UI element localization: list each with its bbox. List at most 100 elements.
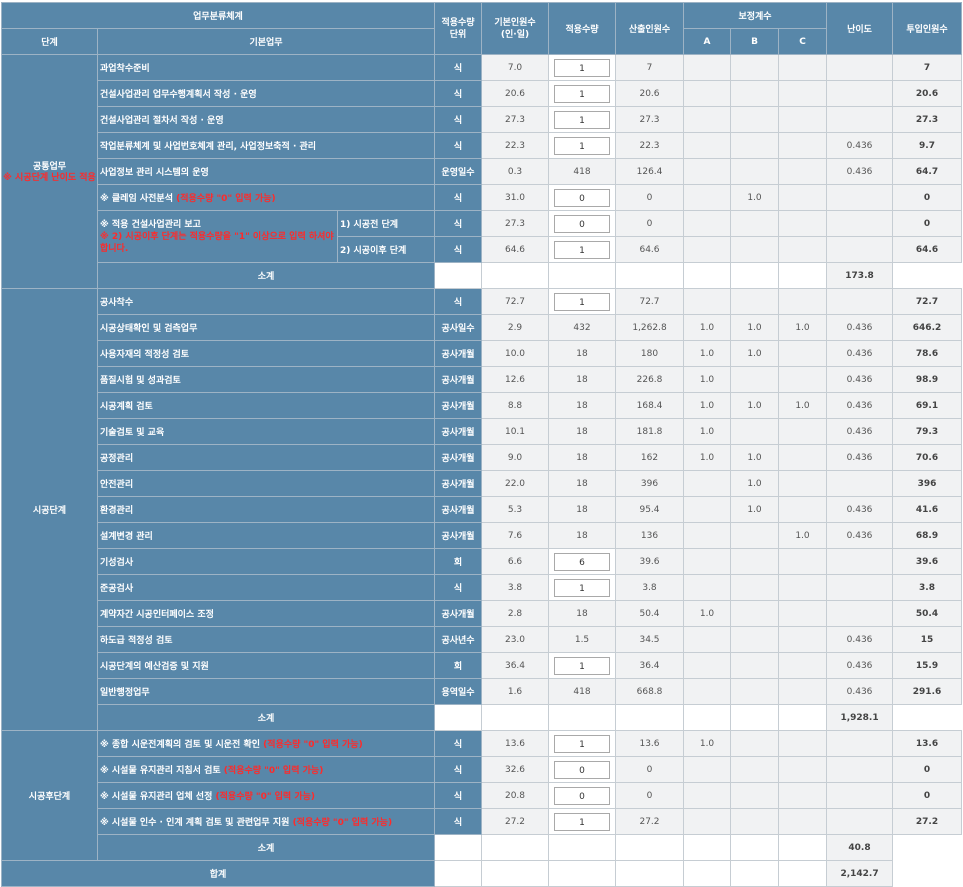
subtotal-empty-cell <box>778 704 828 731</box>
difficulty-cell <box>826 80 894 107</box>
calc-mandays-cell: 0 <box>615 756 685 783</box>
table-row: 하도급 적정성 검토 공사년수 23.0 1.5 34.5 0.436 15 <box>2 626 963 653</box>
base-mandays-cell: 20.6 <box>481 80 550 107</box>
table-row: 공통업무 ※ 시공단계 난이도 적용 과업착수준비 식 7.0 1 7 7 <box>1 54 963 289</box>
stage-s3: 시공후단계 <box>1 730 98 861</box>
unit-cell: 식 <box>434 574 483 601</box>
task-title-text: 기성검사 <box>100 558 134 568</box>
calc-mandays-cell: 64.6 <box>615 236 685 263</box>
input-mandays-cell: 27.2 <box>892 808 963 835</box>
difficulty-cell <box>826 106 894 133</box>
coef-a-cell: 1.0 <box>683 314 732 341</box>
quantity-cell: 18 <box>548 496 617 523</box>
manpower-calculation-table: 업무분류체계 적용수량 단위 기본인원수 (인·일) 적용수량 산출인원수 보정… <box>0 2 963 887</box>
quantity-input[interactable]: 0 <box>554 188 611 207</box>
coef-c-cell <box>778 444 828 471</box>
input-mandays-cell: 70.6 <box>892 444 963 471</box>
header-correction: 보정계수 <box>683 2 828 29</box>
grand-total-empty-cell <box>434 860 483 887</box>
quantity-input[interactable]: 0 <box>554 760 611 779</box>
quantity-input[interactable]: 6 <box>554 552 611 571</box>
task-title-text: 사업정보 관리 시스템의 운영 <box>100 168 209 178</box>
quantity-cell: 0 <box>548 782 617 809</box>
subtotal-value: 1,928.1 <box>826 704 894 731</box>
coef-c-cell <box>778 80 828 107</box>
coef-c-cell <box>778 782 828 809</box>
header-calc-mandays: 산출인원수 <box>615 2 685 55</box>
quantity-input[interactable]: 0 <box>554 786 611 805</box>
task-note: (적용수량 "0" 입력 가능) <box>223 766 324 776</box>
quantity-input[interactable]: 1 <box>554 734 611 753</box>
subtotal-empty-cell <box>434 262 483 289</box>
quantity-input[interactable]: 1 <box>554 136 611 155</box>
quantity-cell: 0 <box>548 210 617 237</box>
task-title-text: 건설사업관리 절차서 작성 · 운영 <box>100 116 224 126</box>
task-title-text: 시공계획 검토 <box>100 402 153 412</box>
table-row: 환경관리 공사개월 5.3 18 95.4 1.0 0.436 41.6 <box>2 496 963 523</box>
coef-c-cell <box>778 210 828 237</box>
quantity-input[interactable]: 0 <box>554 214 611 233</box>
table-row: 공정관리 공사개월 9.0 18 162 1.0 1.0 0.436 70.6 <box>2 444 963 471</box>
header-classification: 업무분류체계 <box>0 2 436 29</box>
unit-cell: 식 <box>434 132 483 159</box>
task-title-text: 사용자재의 적정성 검토 <box>100 350 190 360</box>
quantity-input[interactable]: 1 <box>554 110 611 129</box>
calc-mandays-cell: 95.4 <box>615 496 685 523</box>
calc-mandays-cell: 39.6 <box>615 548 685 575</box>
input-mandays-cell: 7 <box>892 54 963 81</box>
task-title: 계약자간 시공인터페이스 조정 <box>96 600 436 627</box>
quantity-cell: 18 <box>548 522 617 549</box>
quantity-cell: 1 <box>548 808 617 835</box>
quantity-input[interactable]: 1 <box>554 292 611 311</box>
quantity-input[interactable]: 1 <box>554 58 611 77</box>
quantity-cell: 1 <box>548 730 617 757</box>
subtotal-label: 소계 <box>96 262 436 289</box>
coef-b-cell <box>730 80 780 107</box>
calc-mandays-cell: 180 <box>615 340 685 367</box>
unit-cell: 공사개월 <box>434 470 483 497</box>
base-mandays-cell: 64.6 <box>481 236 550 263</box>
calc-mandays-cell: 36.4 <box>615 652 685 679</box>
coef-b-cell <box>730 808 780 835</box>
quantity-input[interactable]: 1 <box>554 578 611 597</box>
input-mandays-cell: 27.3 <box>892 106 963 133</box>
calc-mandays-cell: 3.8 <box>615 574 685 601</box>
task-title-text: 계약자간 시공인터페이스 조정 <box>100 610 214 620</box>
subtotal-row: 소계 40.8 <box>2 834 962 861</box>
stage-name: 시공후단계 <box>28 792 71 802</box>
task-title-text: 시공단계의 예산검증 및 지원 <box>100 662 209 672</box>
calc-mandays-cell: 668.8 <box>615 678 685 705</box>
base-mandays-cell: 3.8 <box>481 574 550 601</box>
quantity-cell: 418 <box>548 678 617 705</box>
difficulty-cell <box>826 808 894 835</box>
base-mandays-cell: 9.0 <box>481 444 550 471</box>
coef-c-cell <box>778 106 828 133</box>
coef-a-cell <box>683 210 732 237</box>
quantity-input[interactable]: 1 <box>554 240 611 259</box>
quantity-cell: 18 <box>548 444 617 471</box>
task-title-text: ※ 클레임 사전분석 <box>100 194 173 204</box>
difficulty-cell <box>826 236 894 263</box>
quantity-input[interactable]: 1 <box>554 656 611 675</box>
subtotal-empty-cell <box>481 834 550 861</box>
unit-cell: 공사개월 <box>434 600 483 627</box>
task-title: ※ 시설물 유지관리 지침서 검토 (적용수량 "0" 입력 가능) <box>96 756 436 783</box>
input-mandays-cell: 0 <box>892 782 963 809</box>
task-title-text: 공사착수 <box>100 298 134 308</box>
table-row: ※ 시설물 유지관리 지침서 검토 (적용수량 "0" 입력 가능) 식 32.6 0… <box>2 756 963 783</box>
quantity-input[interactable]: 1 <box>554 84 611 103</box>
quantity-input[interactable]: 1 <box>554 812 611 831</box>
quantity-cell: 18 <box>548 470 617 497</box>
quantity-cell: 418 <box>548 158 617 185</box>
header-difficulty: 난이도 <box>826 2 894 55</box>
input-mandays-cell: 0 <box>892 210 963 237</box>
unit-cell: 공사개월 <box>434 340 483 367</box>
unit-cell: 식 <box>434 106 483 133</box>
calc-mandays-cell: 168.4 <box>615 392 685 419</box>
quantity-cell: 18 <box>548 340 617 367</box>
subtotal-empty-cell <box>730 704 780 731</box>
coef-c-cell: 1.0 <box>778 314 828 341</box>
unit-cell: 공사개월 <box>434 418 483 445</box>
coef-a-cell: 1.0 <box>683 392 732 419</box>
task-title: 시공계획 검토 <box>96 392 436 419</box>
